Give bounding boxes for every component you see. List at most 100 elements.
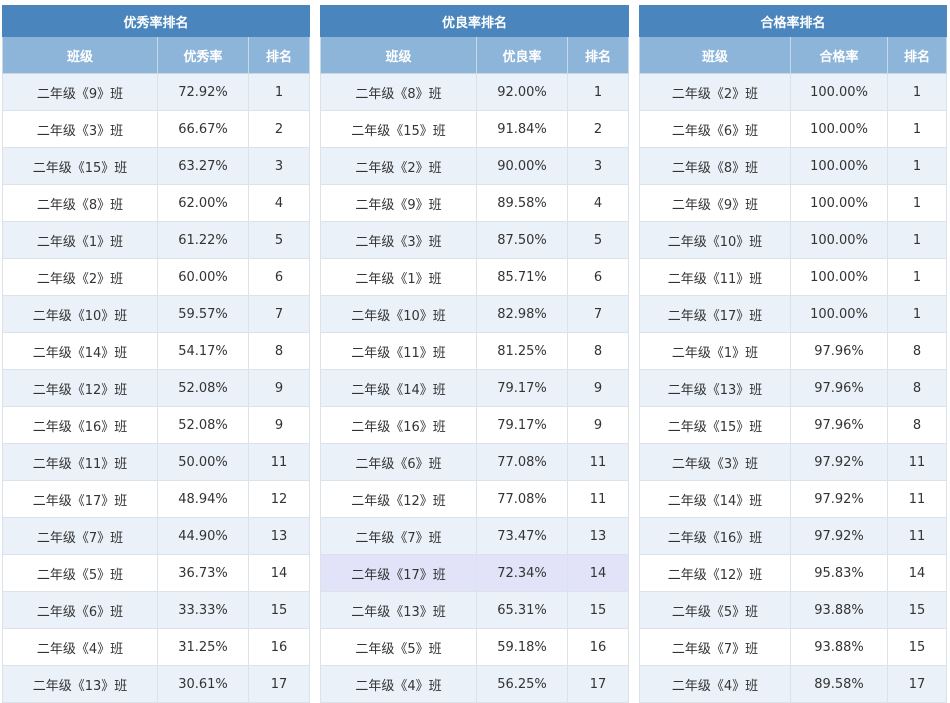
table-row[interactable]: 二年级《10》班 59.57% 7 — [2, 295, 311, 333]
table-row[interactable]: 二年级《6》班 33.33% 15 — [2, 591, 311, 629]
class-cell: 二年级《3》班 — [320, 221, 477, 259]
table-row[interactable]: 二年级《8》班 100.00% 1 — [639, 147, 948, 185]
table-row[interactable]: 二年级《9》班 100.00% 1 — [639, 184, 948, 222]
class-cell: 二年级《6》班 — [639, 110, 791, 148]
table-row[interactable]: 二年级《4》班 31.25% 16 — [2, 628, 311, 666]
rate-cell: 87.50% — [476, 221, 568, 259]
table-row[interactable]: 二年级《7》班 93.88% 15 — [639, 628, 948, 666]
table-row[interactable]: 二年级《3》班 66.67% 2 — [2, 110, 311, 148]
table-row[interactable]: 二年级《12》班 52.08% 9 — [2, 369, 311, 407]
table-row[interactable]: 二年级《17》班 48.94% 12 — [2, 480, 311, 518]
table-row[interactable]: 二年级《13》班 30.61% 17 — [2, 665, 311, 703]
rank-cell: 13 — [247, 517, 311, 555]
table-row[interactable]: 二年级《2》班 100.00% 1 — [639, 73, 948, 111]
table-row[interactable]: 二年级《16》班 97.92% 11 — [639, 517, 948, 555]
rank-cell: 8 — [886, 406, 948, 444]
column-header-excellence-rate[interactable]: 优秀率 — [157, 36, 249, 74]
class-cell: 二年级《1》班 — [2, 221, 158, 259]
table-row[interactable]: 二年级《9》班 72.92% 1 — [2, 73, 311, 111]
table-row[interactable]: 二年级《16》班 79.17% 9 — [320, 406, 630, 444]
class-cell: 二年级《3》班 — [2, 110, 158, 148]
column-header-class[interactable]: 班级 — [320, 36, 477, 74]
table-row[interactable]: 二年级《11》班 100.00% 1 — [639, 258, 948, 296]
rank-cell: 7 — [566, 295, 630, 333]
table-row[interactable]: 二年级《5》班 36.73% 14 — [2, 554, 311, 592]
table-row[interactable]: 二年级《9》班 89.58% 4 — [320, 184, 630, 222]
table-row[interactable]: 二年级《16》班 52.08% 9 — [2, 406, 311, 444]
table-row[interactable]: 二年级《17》班 100.00% 1 — [639, 295, 948, 333]
table-row[interactable]: 二年级《12》班 77.08% 11 — [320, 480, 630, 518]
table-row[interactable]: 二年级《13》班 97.96% 8 — [639, 369, 948, 407]
rank-cell: 1 — [886, 221, 948, 259]
table-title: 合格率排名 — [638, 5, 948, 37]
class-cell: 二年级《2》班 — [320, 147, 477, 185]
class-cell: 二年级《9》班 — [320, 184, 477, 222]
class-cell: 二年级《16》班 — [639, 517, 791, 555]
table-row[interactable]: 二年级《1》班 97.96% 8 — [639, 332, 948, 370]
table-row[interactable]: 二年级《2》班 60.00% 6 — [2, 258, 311, 296]
rate-cell: 79.17% — [476, 369, 568, 407]
class-cell: 二年级《12》班 — [2, 369, 158, 407]
table-row[interactable]: 二年级《17》班 72.34% 14 — [320, 554, 630, 592]
table-row[interactable]: 二年级《3》班 97.92% 11 — [639, 443, 948, 481]
table-row[interactable]: 二年级《1》班 85.71% 6 — [320, 258, 630, 296]
class-cell: 二年级《4》班 — [2, 628, 158, 666]
table-row[interactable]: 二年级《14》班 97.92% 11 — [639, 480, 948, 518]
table-row[interactable]: 二年级《10》班 100.00% 1 — [639, 221, 948, 259]
table-title: 优良率排名 — [319, 5, 630, 37]
table-row[interactable]: 二年级《10》班 82.98% 7 — [320, 295, 630, 333]
column-header-pass-rate[interactable]: 合格率 — [790, 36, 888, 74]
column-header-rank[interactable]: 排名 — [886, 36, 948, 74]
table-row[interactable]: 二年级《7》班 44.90% 13 — [2, 517, 311, 555]
class-cell: 二年级《15》班 — [639, 406, 791, 444]
column-header-class[interactable]: 班级 — [639, 36, 791, 74]
column-header-good-rate[interactable]: 优良率 — [476, 36, 568, 74]
rank-cell: 1 — [886, 110, 948, 148]
class-cell: 二年级《11》班 — [639, 258, 791, 296]
table-row[interactable]: 二年级《6》班 100.00% 1 — [639, 110, 948, 148]
rank-cell: 14 — [247, 554, 311, 592]
table-row[interactable]: 二年级《3》班 87.50% 5 — [320, 221, 630, 259]
table-title: 优秀率排名 — [1, 5, 311, 37]
rank-cell: 3 — [566, 147, 630, 185]
pass-rate-ranking-panel: 合格率排名 班级 合格率 排名 二年级《2》班 100.00% 1 二年级《6》班 10… — [638, 5, 948, 703]
table-row[interactable]: 二年级《13》班 65.31% 15 — [320, 591, 630, 629]
table-row[interactable]: 二年级《8》班 92.00% 1 — [320, 73, 630, 111]
rate-cell: 36.73% — [157, 554, 249, 592]
class-cell: 二年级《7》班 — [2, 517, 158, 555]
rate-cell: 30.61% — [157, 665, 249, 703]
rank-cell: 11 — [886, 480, 948, 518]
good-rate-ranking-panel: 优良率排名 班级 优良率 排名 二年级《8》班 92.00% 1 二年级《15》班 91… — [319, 5, 630, 703]
rank-cell: 1 — [247, 73, 311, 111]
table-row[interactable]: 二年级《6》班 77.08% 11 — [320, 443, 630, 481]
table-row[interactable]: 二年级《7》班 73.47% 13 — [320, 517, 630, 555]
rank-cell: 9 — [566, 406, 630, 444]
column-header-class[interactable]: 班级 — [2, 36, 158, 74]
table-row[interactable]: 二年级《14》班 54.17% 8 — [2, 332, 311, 370]
table-row[interactable]: 二年级《5》班 59.18% 16 — [320, 628, 630, 666]
table-row[interactable]: 二年级《14》班 79.17% 9 — [320, 369, 630, 407]
table-row[interactable]: 二年级《5》班 93.88% 15 — [639, 591, 948, 629]
rank-cell: 15 — [886, 628, 948, 666]
class-cell: 二年级《7》班 — [320, 517, 477, 555]
rate-cell: 100.00% — [790, 258, 888, 296]
column-header-rank[interactable]: 排名 — [247, 36, 311, 74]
table-row[interactable]: 二年级《15》班 63.27% 3 — [2, 147, 311, 185]
table-row[interactable]: 二年级《4》班 89.58% 17 — [639, 665, 948, 703]
table-row[interactable]: 二年级《15》班 91.84% 2 — [320, 110, 630, 148]
table-row[interactable]: 二年级《2》班 90.00% 3 — [320, 147, 630, 185]
table-row[interactable]: 二年级《11》班 50.00% 11 — [2, 443, 311, 481]
rank-cell: 5 — [247, 221, 311, 259]
table-row[interactable]: 二年级《12》班 95.83% 14 — [639, 554, 948, 592]
table-row[interactable]: 二年级《8》班 62.00% 4 — [2, 184, 311, 222]
table-row[interactable]: 二年级《11》班 81.25% 8 — [320, 332, 630, 370]
class-cell: 二年级《5》班 — [320, 628, 477, 666]
table-row[interactable]: 二年级《1》班 61.22% 5 — [2, 221, 311, 259]
rate-cell: 50.00% — [157, 443, 249, 481]
good-rate-table: 优良率排名 班级 优良率 排名 二年级《8》班 92.00% 1 二年级《15》班 91… — [319, 5, 630, 703]
table-body: 二年级《2》班 100.00% 1 二年级《6》班 100.00% 1 二年级《8》班 100… — [639, 73, 948, 703]
table-row[interactable]: 二年级《15》班 97.96% 8 — [639, 406, 948, 444]
rank-cell: 11 — [566, 443, 630, 481]
column-header-rank[interactable]: 排名 — [566, 36, 630, 74]
table-row[interactable]: 二年级《4》班 56.25% 17 — [320, 665, 630, 703]
